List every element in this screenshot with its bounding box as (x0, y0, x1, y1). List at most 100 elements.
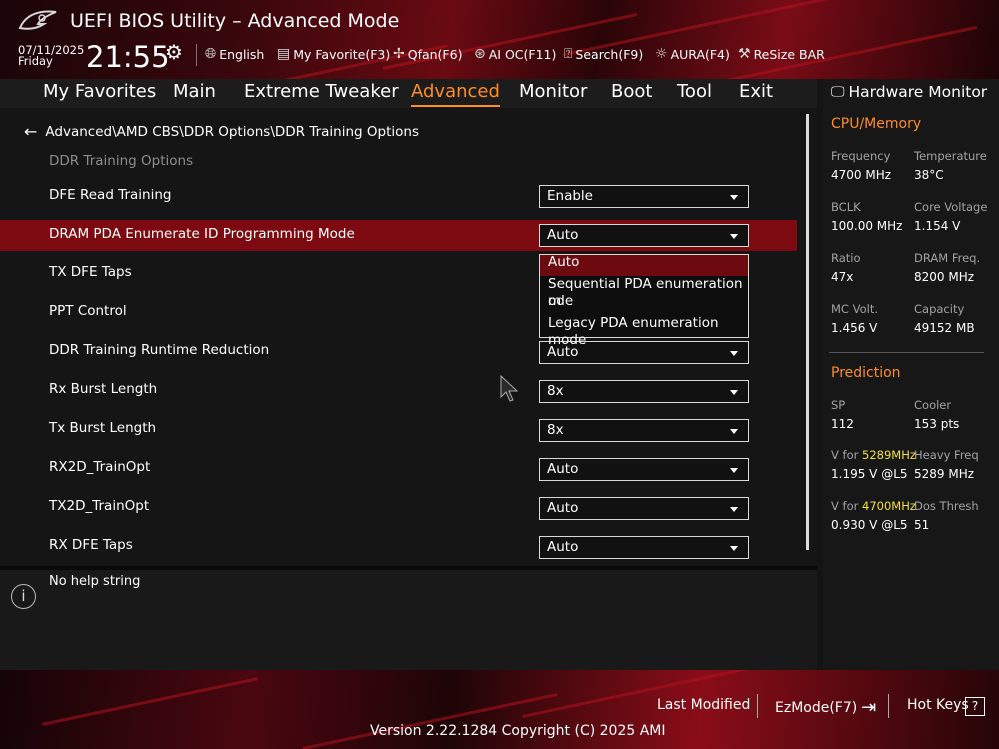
qfan-button[interactable]: ✢ Qfan(F6) (393, 46, 462, 62)
bios-screen: UEFI BIOS Utility – Advanced Mode 07/11/… (0, 0, 999, 749)
tx-burst-length-select[interactable]: 8x (539, 419, 749, 442)
help-text: No help string (49, 574, 141, 589)
dram-freq-label: DRAM Freq. (914, 251, 981, 265)
ratio-value: 47x (831, 270, 854, 284)
mc-volt-value: 1.456 V (831, 321, 878, 335)
search-label: Search(F9) (575, 46, 644, 62)
tx2d-trainopt-select[interactable]: Auto (539, 497, 749, 520)
setting-label: DRAM PDA Enumerate ID Programming Mode (49, 226, 355, 242)
version-text: Version 2.22.1284 Copyright (C) 2025 AMI (370, 723, 666, 739)
search-icon: ⍰ (564, 46, 573, 62)
tab-extreme-tweaker[interactable]: Extreme Tweaker (244, 81, 399, 102)
qfan-label: Qfan(F6) (407, 46, 463, 62)
dropdown-option-auto[interactable]: Auto (540, 255, 748, 276)
prediction-heading: Prediction (831, 365, 901, 381)
v-for-label-2: V for 4700MHz (831, 499, 916, 513)
core-voltage-label: Core Voltage (914, 200, 988, 214)
rx-burst-length-select[interactable]: 8x (539, 380, 749, 403)
resize-bar-button[interactable]: ⚒ ReSize BAR (738, 46, 825, 62)
footer-divider (888, 694, 889, 718)
sp-label: SP (831, 398, 846, 412)
my-favorite-label: My Favorite(F3) (293, 46, 391, 62)
footer-divider (757, 694, 758, 718)
aura-label: AURA(F4) (670, 46, 730, 62)
dfe-read-training-select[interactable]: Enable (539, 185, 749, 208)
ai-oc-button[interactable]: ⊛ AI OC(F11) (474, 46, 556, 62)
v-for-frequency: 5289MHz (862, 448, 916, 462)
toolbar-divider (196, 44, 197, 66)
dram-pda-mode-select[interactable]: Auto (539, 224, 749, 247)
globe-icon: 🌐︎ (205, 46, 217, 62)
mouse-cursor-icon (500, 375, 519, 402)
dropdown-option-legacy[interactable]: Legacy PDA enumeration mode (540, 315, 748, 349)
exit-arrow-icon: ⇥ (861, 697, 877, 718)
setting-label: RX DFE Taps (49, 537, 133, 553)
resize-bar-label: ReSize BAR (753, 46, 825, 62)
breadcrumb-path: Advanced\AMD CBS\DDR Options\DDR Trainin… (45, 123, 419, 140)
setting-label: Tx Burst Length (49, 420, 157, 436)
tab-advanced[interactable]: Advanced (411, 81, 500, 107)
hot-keys-icon[interactable]: ? (965, 697, 985, 716)
my-favorite-button[interactable]: ▤ My Favorite(F3) (277, 46, 390, 62)
rx-dfe-taps-select[interactable]: Auto (539, 536, 749, 559)
hardware-monitor-title: 🖵︎ Hardware Monitor (831, 83, 987, 101)
ai-oc-label: AI OC(F11) (488, 46, 557, 62)
date-display: 07/11/2025 Friday (18, 44, 84, 68)
aura-button[interactable]: ☼ AURA(F4) (655, 46, 730, 62)
section-title: DDR Training Options (49, 153, 194, 169)
scrollbar[interactable] (806, 114, 809, 550)
chevron-down-icon (730, 195, 738, 200)
tab-exit[interactable]: Exit (739, 81, 773, 102)
language-button[interactable]: 🌐︎ English (205, 46, 264, 62)
select-value: 8x (547, 422, 564, 438)
frequency-label: Frequency (831, 149, 891, 163)
dos-thresh-label: Dos Thresh (914, 499, 979, 513)
tab-my-favorites[interactable]: My Favorites (43, 81, 156, 102)
search-button[interactable]: ⍰ Search(F9) (564, 46, 643, 62)
temperature-label: Temperature (914, 149, 987, 163)
ratio-label: Ratio (831, 251, 861, 265)
v-for-text: V for (831, 448, 859, 462)
tab-monitor[interactable]: Monitor (519, 81, 587, 102)
monitor-divider (829, 352, 984, 353)
tab-boot[interactable]: Boot (611, 81, 652, 102)
dos-thresh-value: 51 (914, 518, 930, 532)
v-for-label: V for 5289MHz (831, 448, 916, 462)
cooler-label: Cooler (914, 398, 952, 412)
hardware-monitor-label: Hardware Monitor (848, 83, 988, 101)
core-voltage-value: 1.154 V (914, 219, 961, 233)
gear-icon[interactable]: ⚙ (165, 40, 183, 64)
setting-label: TX DFE Taps (49, 264, 132, 280)
bclk-label: BCLK (831, 200, 861, 214)
select-value: Auto (547, 500, 579, 516)
dropdown-option-sequential-cont[interactable]: ode (540, 293, 748, 310)
chevron-down-icon (730, 429, 738, 434)
setting-label: RX2D_TrainOpt (49, 459, 151, 475)
ezmode-label: EzMode(F7) (775, 699, 858, 716)
hot-keys-button[interactable]: Hot Keys (907, 697, 969, 713)
setting-label: TX2D_TrainOpt (49, 498, 150, 514)
ezmode-button[interactable]: EzMode(F7) ⇥ (775, 697, 876, 718)
rog-logo-icon (18, 10, 57, 30)
dropdown-list: Auto Sequential PDA enumeration m ode Le… (539, 254, 749, 348)
last-modified-button[interactable]: Last Modified (657, 697, 750, 713)
v-for-frequency: 4700MHz (862, 499, 916, 513)
tab-tool[interactable]: Tool (677, 81, 712, 102)
rx2d-trainopt-select[interactable]: Auto (539, 458, 749, 481)
ai-oc-icon: ⊛ (474, 46, 486, 62)
v-for-value-2: 0.930 V @L5 (831, 518, 908, 532)
cpu-memory-heading: CPU/Memory (831, 116, 922, 132)
setting-label: DDR Training Runtime Reduction (49, 342, 270, 358)
breadcrumb: ← Advanced\AMD CBS\DDR Options\DDR Train… (24, 122, 419, 141)
mc-volt-label: MC Volt. (831, 302, 878, 316)
app-title: UEFI BIOS Utility – Advanced Mode (70, 10, 400, 32)
tab-main[interactable]: Main (173, 81, 216, 102)
setting-label: PPT Control (49, 303, 127, 319)
aura-icon: ☼ (655, 46, 668, 62)
select-value: Auto (547, 539, 579, 555)
day-text: Friday (18, 54, 53, 68)
capacity-value: 49152 MB (914, 321, 975, 335)
setting-label: Rx Burst Length (49, 381, 158, 397)
cooler-value: 153 pts (914, 417, 960, 431)
back-arrow-icon[interactable]: ← (24, 122, 37, 141)
